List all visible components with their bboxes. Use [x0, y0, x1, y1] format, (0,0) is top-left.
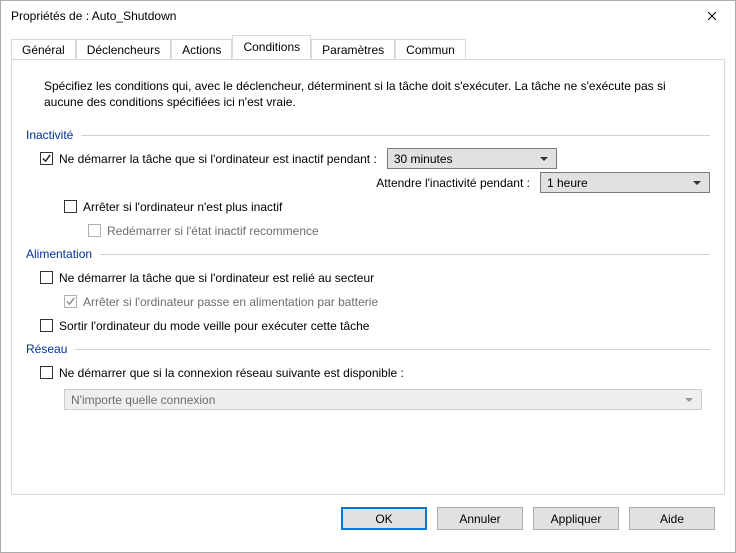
label-restart-if-idle: Redémarrer si l'état inactif recommence	[107, 224, 319, 238]
label-start-only-if-idle: Ne démarrer la tâche que si l'ordinateur…	[59, 152, 377, 166]
dialog-buttons: OK Annuler Appliquer Aide	[11, 495, 725, 542]
tab-general[interactable]: Général	[11, 39, 76, 60]
section-divider	[81, 135, 710, 136]
tab-triggers[interactable]: Déclencheurs	[76, 39, 171, 60]
row-wake-to-run: Sortir l'ordinateur du mode veille pour …	[40, 315, 710, 336]
section-title-idle: Inactivité	[26, 128, 81, 142]
section-power: Alimentation Ne démarrer la tâche que si…	[26, 247, 710, 336]
checkbox-restart-if-idle	[88, 224, 101, 237]
window-title: Propriétés de : Auto_Shutdown	[11, 9, 689, 23]
row-network-connection: N'importe quelle connexion	[64, 389, 702, 410]
section-header-network: Réseau	[26, 342, 710, 356]
combo-network-connection-value: N'importe quelle connexion	[71, 393, 681, 407]
row-start-only-on-ac: Ne démarrer la tâche que si l'ordinateur…	[40, 267, 710, 288]
combo-wait-for-idle-value: 1 heure	[547, 176, 689, 190]
section-title-network: Réseau	[26, 342, 75, 356]
row-stop-if-not-idle: Arrêter si l'ordinateur n'est plus inact…	[64, 196, 710, 217]
tab-conditions[interactable]: Conditions	[232, 35, 311, 59]
checkbox-start-only-on-ac[interactable]	[40, 271, 53, 284]
section-title-power: Alimentation	[26, 247, 100, 261]
checkbox-start-only-if-network[interactable]	[40, 366, 53, 379]
checkbox-start-only-if-idle[interactable]	[40, 152, 53, 165]
label-wake-to-run: Sortir l'ordinateur du mode veille pour …	[59, 319, 369, 333]
combo-idle-duration[interactable]: 30 minutes	[387, 148, 557, 169]
label-wait-for-idle: Attendre l'inactivité pendant :	[64, 176, 530, 190]
checkbox-wake-to-run[interactable]	[40, 319, 53, 332]
client-area: Général Déclencheurs Actions Conditions …	[1, 31, 735, 552]
conditions-description: Spécifiez les conditions qui, avec le dé…	[44, 78, 702, 110]
chevron-down-icon	[536, 157, 552, 161]
label-stop-on-battery: Arrêter si l'ordinateur passe en aliment…	[83, 295, 378, 309]
check-icon	[66, 297, 75, 306]
row-start-only-if-network: Ne démarrer que si la connexion réseau s…	[40, 362, 710, 383]
tab-strip: Général Déclencheurs Actions Conditions …	[11, 35, 725, 59]
combo-network-connection: N'importe quelle connexion	[64, 389, 702, 410]
section-network: Réseau Ne démarrer que si la connexion r…	[26, 342, 710, 410]
check-icon	[42, 154, 51, 163]
section-header-idle: Inactivité	[26, 128, 710, 142]
row-start-only-if-idle: Ne démarrer la tâche que si l'ordinateur…	[40, 148, 710, 169]
close-icon	[707, 11, 717, 21]
section-idle: Inactivité Ne démarrer la tâche que si l…	[26, 128, 710, 241]
row-restart-if-idle: Redémarrer si l'état inactif recommence	[88, 220, 710, 241]
ok-button[interactable]: OK	[341, 507, 427, 530]
tab-common[interactable]: Commun	[395, 39, 466, 60]
chevron-down-icon	[681, 398, 697, 402]
section-header-power: Alimentation	[26, 247, 710, 261]
cancel-button[interactable]: Annuler	[437, 507, 523, 530]
combo-idle-duration-value: 30 minutes	[394, 152, 536, 166]
apply-button[interactable]: Appliquer	[533, 507, 619, 530]
checkbox-stop-on-battery	[64, 295, 77, 308]
section-divider	[100, 254, 710, 255]
properties-dialog: Propriétés de : Auto_Shutdown Général Dé…	[0, 0, 736, 553]
tab-panel-conditions: Spécifiez les conditions qui, avec le dé…	[11, 59, 725, 495]
row-stop-on-battery: Arrêter si l'ordinateur passe en aliment…	[64, 291, 710, 312]
section-divider	[75, 349, 710, 350]
close-button[interactable]	[689, 1, 735, 31]
tab-actions[interactable]: Actions	[171, 39, 232, 60]
titlebar: Propriétés de : Auto_Shutdown	[1, 1, 735, 31]
tab-settings[interactable]: Paramètres	[311, 39, 395, 60]
label-start-only-on-ac: Ne démarrer la tâche que si l'ordinateur…	[59, 271, 374, 285]
chevron-down-icon	[689, 181, 705, 185]
row-wait-for-idle: Attendre l'inactivité pendant : 1 heure	[64, 172, 710, 193]
checkbox-stop-if-not-idle[interactable]	[64, 200, 77, 213]
label-start-only-if-network: Ne démarrer que si la connexion réseau s…	[59, 366, 404, 380]
label-stop-if-not-idle: Arrêter si l'ordinateur n'est plus inact…	[83, 200, 282, 214]
help-button[interactable]: Aide	[629, 507, 715, 530]
combo-wait-for-idle[interactable]: 1 heure	[540, 172, 710, 193]
